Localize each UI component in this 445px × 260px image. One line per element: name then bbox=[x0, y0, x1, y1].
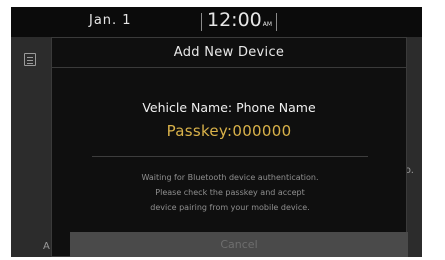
status-divider bbox=[201, 13, 202, 31]
message-line-2: Please check the passkey and accept bbox=[155, 188, 305, 197]
status-date: Jan. 1 bbox=[89, 13, 132, 28]
status-bar: Jan. 1 12:00AM bbox=[11, 7, 422, 37]
dialog-divider bbox=[92, 156, 368, 157]
status-ampm: AM bbox=[262, 21, 273, 28]
message-line-1: Waiting for Bluetooth device authenticat… bbox=[141, 173, 319, 182]
document-icon bbox=[24, 53, 36, 66]
status-divider-2 bbox=[276, 13, 277, 31]
infotainment-screen: Jan. 1 12:00AM uto. A Add New Device Veh… bbox=[11, 7, 422, 257]
add-device-dialog: Add New Device Vehicle Name: Phone Name … bbox=[51, 37, 408, 257]
vehicle-name-label: Vehicle Name: Phone Name bbox=[142, 100, 316, 115]
dialog-title: Add New Device bbox=[52, 38, 406, 68]
status-clock: 12:00AM bbox=[207, 9, 272, 31]
passkey-label: Passkey:000000 bbox=[166, 122, 292, 140]
message-line-3: device pairing from your mobile device. bbox=[150, 203, 310, 212]
background-text-left: A bbox=[43, 241, 50, 252]
status-message: Waiting for Bluetooth device authenticat… bbox=[72, 170, 388, 215]
cancel-button[interactable]: Cancel bbox=[70, 232, 408, 257]
status-time-value: 12:00 bbox=[207, 9, 262, 31]
